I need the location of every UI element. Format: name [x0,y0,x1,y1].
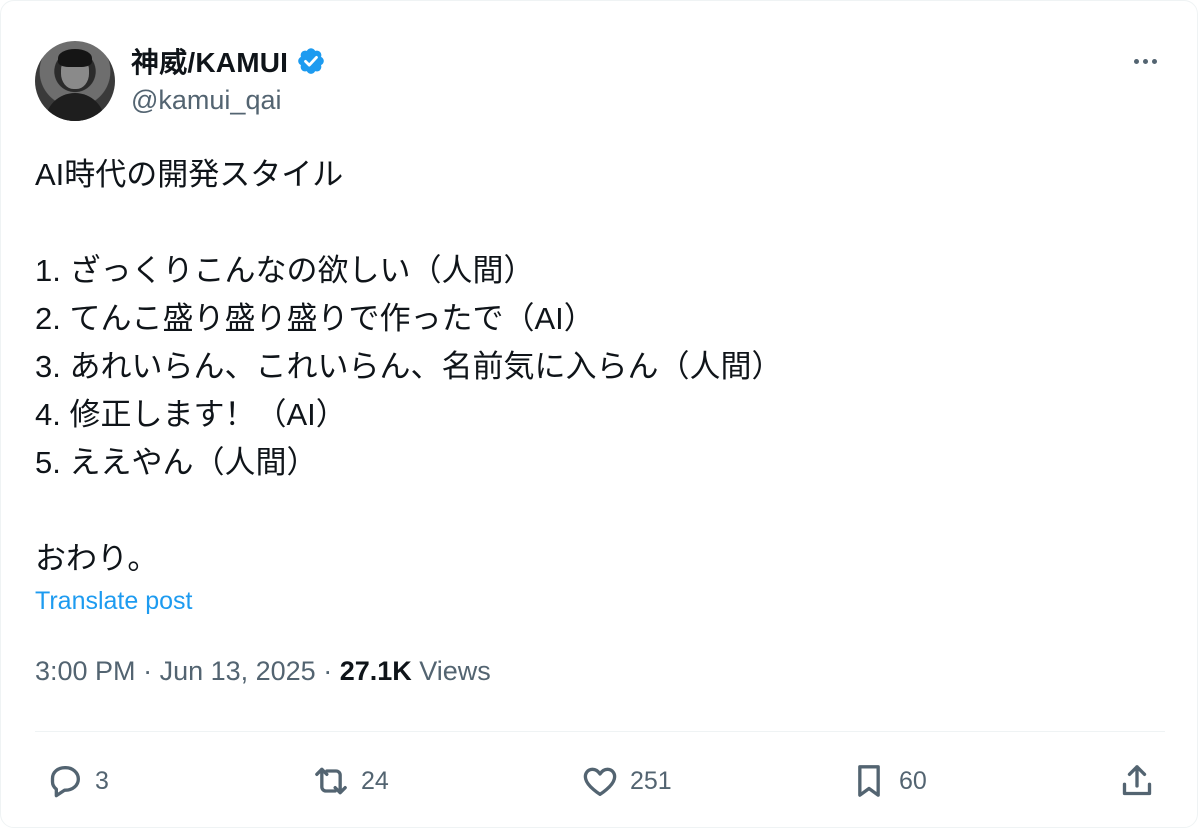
share-icon [1122,765,1152,796]
post-line-blank [35,487,1165,535]
more-icon[interactable] [1125,49,1165,73]
handle[interactable]: @kamui_qai [131,85,326,116]
post-line: AI時代の開発スタイル [35,157,344,192]
reply-icon [50,766,81,798]
divider [35,731,1165,732]
meta-separator: · [135,656,160,686]
share-button[interactable] [1117,753,1157,809]
repost-button[interactable]: 24 [311,753,389,809]
repost-icon [315,767,347,795]
action-bar: 3 24 251 60 [35,753,1165,809]
views-label: Views [411,656,491,686]
post-card: 神威/KAMUI @kamui_qai AI時代の開発スタイル 1. ざっくりこ… [0,0,1198,828]
bookmark-icon [858,765,880,797]
post-line-blank [35,199,1165,247]
bookmark-button[interactable]: 60 [849,753,927,809]
post-date[interactable]: Jun 13, 2025 [160,656,316,686]
translate-post-link[interactable]: Translate post [35,587,192,616]
avatar[interactable] [35,41,115,121]
like-count: 251 [630,766,672,795]
post-line: 3. あれいらん、これいらん、名前気に入らん（人間） [35,349,783,384]
display-name-row: 神威/KAMUI [131,43,326,79]
like-icon [583,767,617,796]
post-header: 神威/KAMUI @kamui_qai [35,41,1165,121]
bookmark-count: 60 [899,766,927,795]
repost-count: 24 [361,766,389,795]
meta-separator: · [315,656,340,686]
post-line: おわり。 [35,541,159,576]
post-text: AI時代の開発スタイル 1. ざっくりこんなの欲しい（人間） 2. てんこ盛り盛… [35,151,1165,583]
like-button[interactable]: 251 [580,753,672,809]
author-names: 神威/KAMUI @kamui_qai [131,43,326,116]
post-meta: 3:00 PM · Jun 13, 2025 · 27.1K Views [35,656,491,687]
post-line: 5. ええやん（人間） [35,445,318,480]
reply-count: 3 [95,766,109,795]
post-time[interactable]: 3:00 PM [35,656,136,686]
post-line: 2. てんこ盛り盛り盛りで作ったで（AI） [35,301,595,336]
views-count[interactable]: 27.1K [340,656,412,686]
post-line: 4. 修正します！（AI） [35,397,347,432]
post-line: 1. ざっくりこんなの欲しい（人間） [35,253,535,288]
display-name[interactable]: 神威/KAMUI [131,41,288,81]
verified-icon [298,48,324,74]
reply-button[interactable]: 3 [45,753,109,809]
